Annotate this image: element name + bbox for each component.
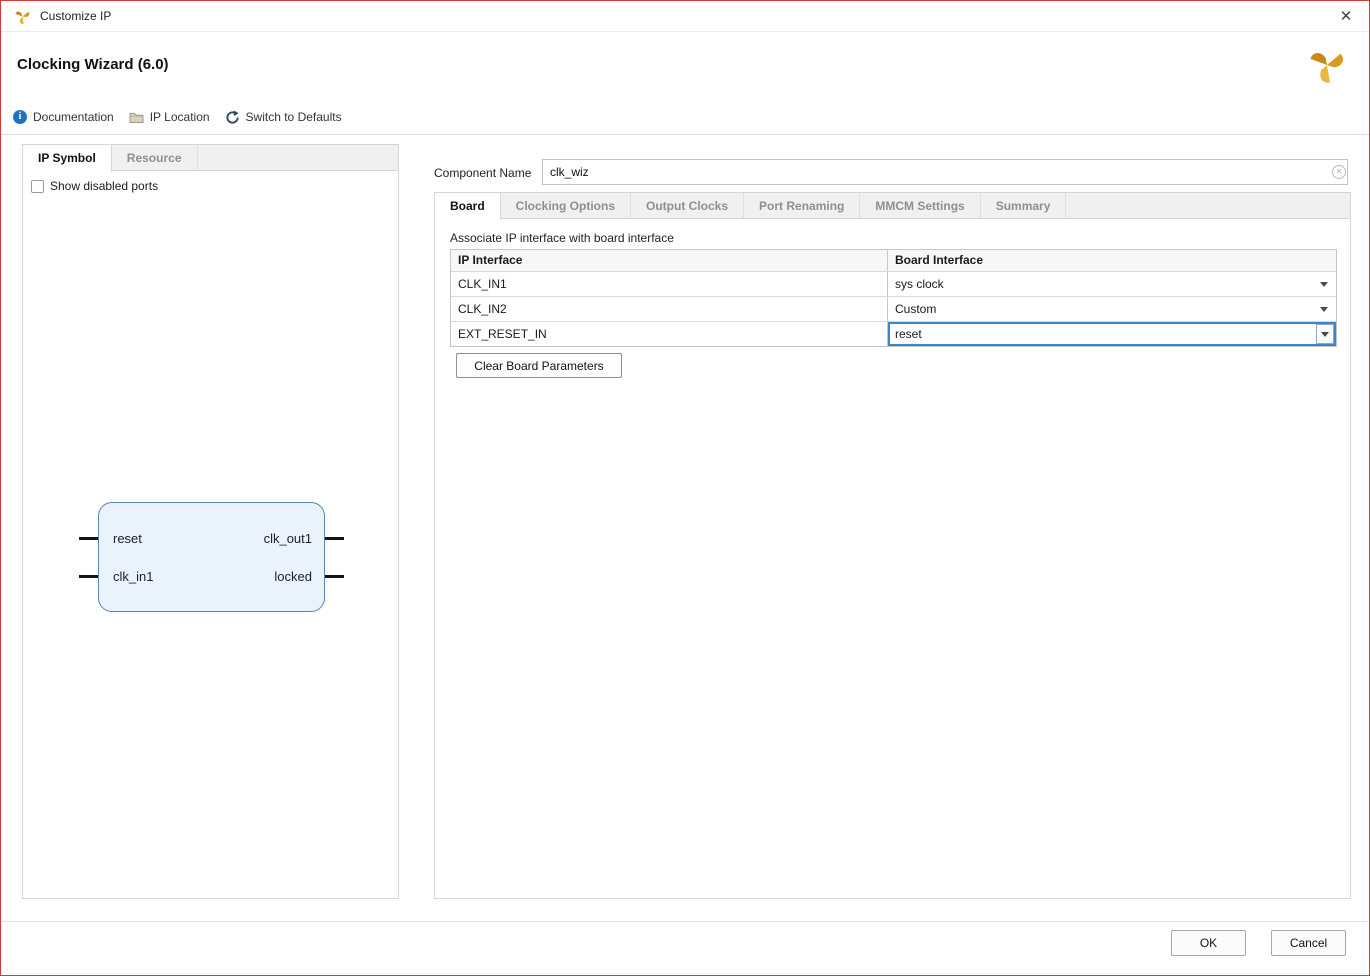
cancel-button[interactable]: Cancel — [1271, 930, 1346, 956]
customize-ip-dialog: Customize IP ✕ Clocking Wizard (6.0) i D… — [0, 0, 1370, 976]
chevron-down-icon — [1321, 332, 1329, 337]
toolbar: i Documentation IP Location Switch to De… — [13, 107, 342, 127]
titlebar: Customize IP ✕ — [1, 1, 1369, 32]
port-stub-locked — [324, 575, 344, 578]
port-label-clk-in1: clk_in1 — [113, 569, 153, 584]
xilinx-icon — [14, 8, 31, 25]
dropdown-value: reset — [895, 322, 922, 346]
dropdown-value: sys clock — [895, 277, 944, 291]
switch-to-defaults-button[interactable]: Switch to Defaults — [225, 110, 342, 125]
col-header-ip-interface: IP Interface — [451, 250, 888, 271]
show-disabled-ports-checkbox[interactable] — [31, 180, 44, 193]
clear-input-icon[interactable]: ✕ — [1332, 165, 1346, 179]
main-tabstrip: Board Clocking Options Output Clocks Por… — [435, 193, 1350, 219]
tab-port-renaming[interactable]: Port Renaming — [744, 193, 860, 219]
port-label-locked: locked — [274, 569, 312, 584]
port-label-reset: reset — [113, 531, 142, 546]
footer-divider — [2, 921, 1368, 922]
close-icon[interactable]: ✕ — [1336, 7, 1356, 25]
show-disabled-ports-row: Show disabled ports — [31, 179, 158, 193]
settings-panel: Board Clocking Options Output Clocks Por… — [434, 192, 1351, 899]
tab-clocking-options[interactable]: Clocking Options — [501, 193, 631, 219]
ip-symbol-panel: IP Symbol Resource Show disabled ports r… — [22, 144, 399, 899]
port-stub-reset — [79, 537, 99, 540]
table-row: CLK_IN2 Custom — [451, 296, 1336, 321]
page-title: Clocking Wizard (6.0) — [17, 56, 169, 73]
documentation-button[interactable]: i Documentation — [13, 110, 114, 124]
component-name-input[interactable] — [542, 159, 1348, 185]
ip-interface-cell: EXT_RESET_IN — [451, 322, 888, 346]
dropdown-value: Custom — [895, 302, 936, 316]
clear-board-parameters-button[interactable]: Clear Board Parameters — [456, 353, 622, 378]
port-stub-clk-out1 — [324, 537, 344, 540]
board-interface-dropdown-ext-reset-in[interactable]: reset — [888, 322, 1336, 346]
selected-dropdown-outline — [888, 322, 1336, 346]
documentation-label: Documentation — [33, 110, 114, 124]
board-description: Associate IP interface with board interf… — [450, 231, 674, 245]
board-interface-table: IP Interface Board Interface CLK_IN1 sys… — [450, 249, 1337, 347]
board-interface-dropdown-clk-in2[interactable]: Custom — [888, 297, 1336, 321]
port-label-clk-out1: clk_out1 — [264, 531, 312, 546]
refresh-icon — [225, 110, 240, 125]
ip-location-label: IP Location — [150, 110, 210, 124]
header: Clocking Wizard (6.0) i Documentation IP… — [1, 33, 1369, 135]
dropdown-button[interactable] — [1316, 324, 1334, 344]
xilinx-logo — [1309, 47, 1345, 83]
table-row: CLK_IN1 sys clock — [451, 271, 1336, 296]
ip-interface-cell: CLK_IN1 — [451, 272, 888, 296]
table-header-row: IP Interface Board Interface — [451, 250, 1336, 271]
col-header-board-interface: Board Interface — [888, 250, 1336, 271]
info-icon: i — [13, 110, 27, 124]
ip-location-button[interactable]: IP Location — [129, 110, 210, 124]
port-stub-clk-in1 — [79, 575, 99, 578]
chevron-down-icon — [1320, 307, 1328, 312]
tab-output-clocks[interactable]: Output Clocks — [631, 193, 744, 219]
ok-button[interactable]: OK — [1171, 930, 1246, 956]
tab-resource[interactable]: Resource — [112, 145, 198, 171]
tab-mmcm-settings[interactable]: MMCM Settings — [860, 193, 980, 219]
show-disabled-ports-label: Show disabled ports — [50, 179, 158, 193]
board-interface-dropdown-clk-in1[interactable]: sys clock — [888, 272, 1336, 296]
tab-board[interactable]: Board — [435, 193, 501, 220]
left-tabstrip: IP Symbol Resource — [23, 145, 398, 171]
chevron-down-icon — [1320, 282, 1328, 287]
window-title: Customize IP — [40, 9, 111, 23]
ip-interface-cell: CLK_IN2 — [451, 297, 888, 321]
tab-ip-symbol[interactable]: IP Symbol — [23, 145, 112, 172]
table-row: EXT_RESET_IN reset — [451, 321, 1336, 346]
component-name-label: Component Name — [434, 166, 531, 180]
ip-symbol-diagram: reset clk_in1 clk_out1 locked — [98, 502, 325, 612]
tab-summary[interactable]: Summary — [981, 193, 1067, 219]
switch-to-defaults-label: Switch to Defaults — [246, 110, 342, 124]
folder-icon — [129, 111, 144, 123]
